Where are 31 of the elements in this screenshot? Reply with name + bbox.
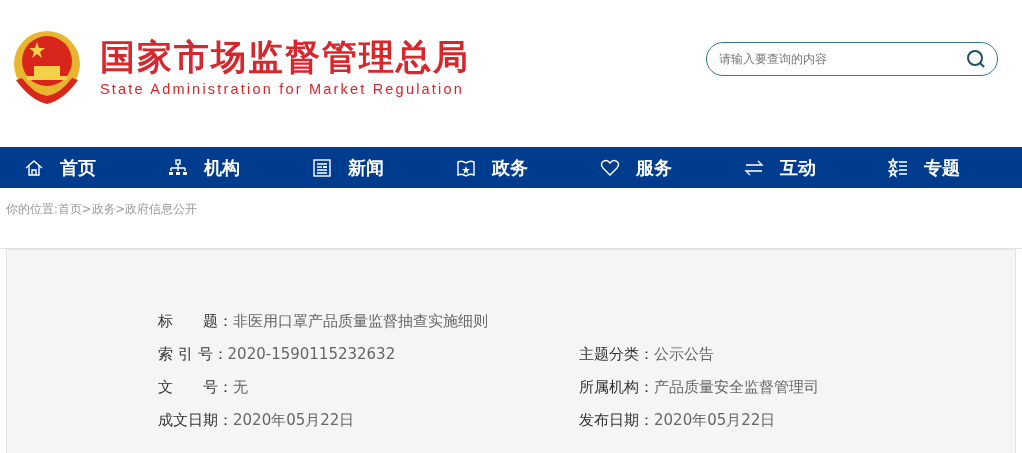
nav-link[interactable]: 互动: [720, 154, 864, 181]
nav-link[interactable]: 政务: [432, 154, 576, 181]
field-value: 无: [233, 378, 248, 396]
field-value: 产品质量安全监督管理司: [654, 378, 819, 396]
search-icon[interactable]: [966, 49, 986, 69]
nav-link[interactable]: 新闻: [288, 154, 432, 181]
field-value: 2020年05月22日: [654, 411, 776, 429]
newspaper-icon: [312, 157, 332, 178]
nav-link[interactable]: 专题: [864, 154, 1008, 181]
heart-icon: [600, 157, 620, 178]
nav-link[interactable]: 首页: [0, 154, 144, 181]
field-value: 公示公告: [654, 345, 714, 363]
breadcrumb: 你的位置:首页>政务>政府信息公开: [6, 202, 198, 216]
home-icon: [24, 157, 44, 178]
nav-link[interactable]: 机构: [144, 154, 288, 181]
field-label: 索 引 号：: [158, 345, 228, 363]
field-value: 2020年05月22日: [233, 411, 355, 429]
field-label: 主题分类：: [579, 345, 654, 363]
site-subtitle: State Administration for Market Regulation: [100, 80, 465, 98]
field-label: 发布日期：: [579, 411, 654, 429]
field-label: 所属机构：: [579, 378, 654, 396]
org-chart-icon: [168, 157, 188, 178]
field-label: 标 题：: [158, 312, 233, 330]
field-label: 文 号：: [158, 378, 233, 396]
site-title: 国家市场监督管理总局: [100, 36, 470, 78]
nav-link[interactable]: 服务: [576, 154, 720, 181]
field-value: 非医用口罩产品质量监督抽查实施细则: [233, 312, 488, 330]
field-label: 成文日期：: [158, 411, 233, 429]
field-value: 2020-1590115232632: [227, 345, 396, 363]
stars-list-icon: [888, 157, 908, 178]
search-field[interactable]: 请输入要查询的内容: [706, 42, 998, 76]
